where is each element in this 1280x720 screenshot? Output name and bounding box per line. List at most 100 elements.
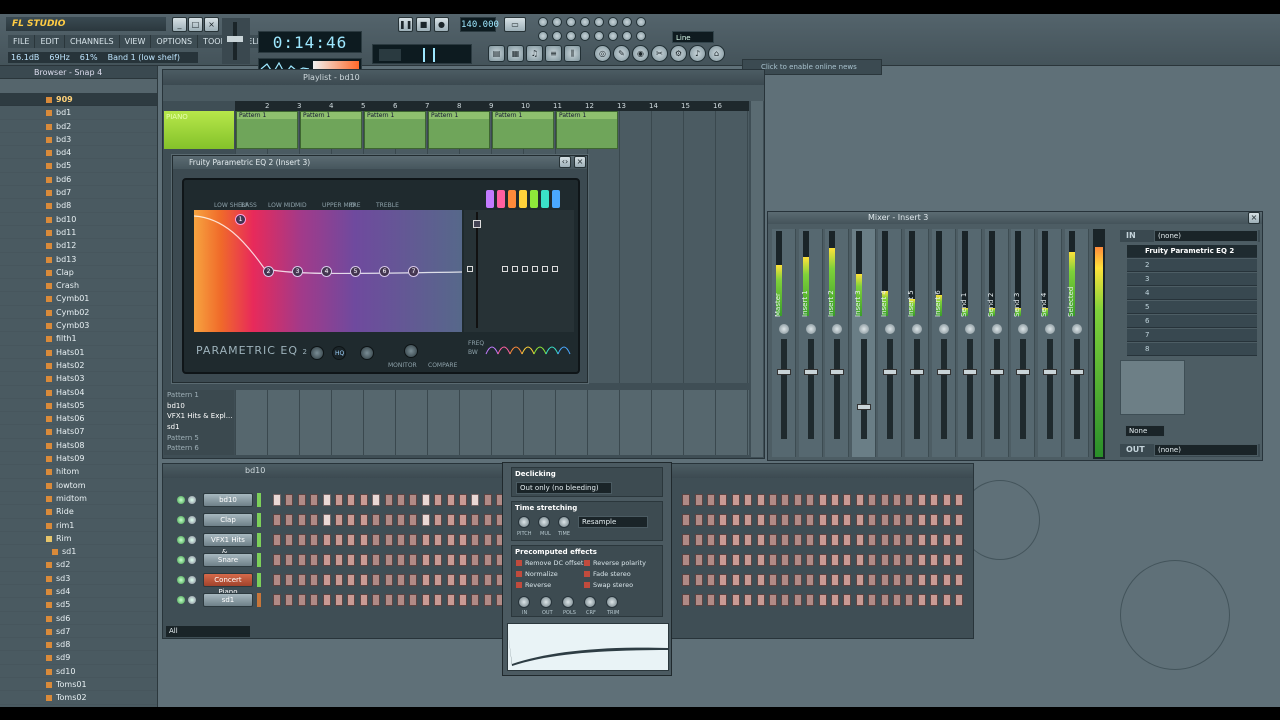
browser-item[interactable]: bd4: [0, 146, 157, 160]
step-button[interactable]: [893, 534, 901, 546]
step-button[interactable]: [855, 594, 864, 606]
step-button[interactable]: [719, 554, 728, 566]
step-button[interactable]: [372, 554, 381, 566]
step-button[interactable]: [372, 534, 381, 546]
step-button[interactable]: [359, 574, 368, 586]
channel-select-led[interactable]: [257, 573, 261, 587]
step-button[interactable]: [719, 594, 728, 606]
browser-item[interactable]: bd6: [0, 173, 157, 187]
step-button[interactable]: [955, 494, 963, 506]
step-button[interactable]: [446, 534, 455, 546]
browser-item[interactable]: sd10: [0, 665, 157, 679]
step-button[interactable]: [310, 514, 319, 526]
in-knob[interactable]: [518, 596, 530, 608]
option-led[interactable]: [594, 17, 604, 27]
step-button[interactable]: [818, 534, 827, 546]
browser-item[interactable]: 909: [0, 93, 157, 107]
step-button[interactable]: [880, 554, 889, 566]
step-button[interactable]: [930, 554, 939, 566]
browser-item[interactable]: Rim: [0, 532, 157, 546]
step-button[interactable]: [818, 574, 827, 586]
option-led[interactable]: [608, 31, 618, 41]
fade-stereo-checkbox[interactable]: Fade stereo: [584, 570, 631, 578]
step-button[interactable]: [880, 494, 889, 506]
step-button[interactable]: [694, 594, 703, 606]
pan-knob[interactable]: [991, 324, 1002, 334]
mixer-strip[interactable]: Insert 6: [931, 229, 956, 457]
crf-knob[interactable]: [584, 596, 596, 608]
step-button[interactable]: [793, 494, 802, 506]
step-button[interactable]: [769, 514, 777, 526]
reverse-polarity-checkbox[interactable]: Reverse polarity: [584, 559, 646, 567]
step-button[interactable]: [843, 494, 852, 506]
step-button[interactable]: [731, 574, 740, 586]
volume-fader[interactable]: [834, 339, 841, 439]
option-led[interactable]: [594, 31, 604, 41]
pan-knob[interactable]: [1018, 324, 1029, 334]
fader-cap[interactable]: [856, 404, 871, 410]
browser-item[interactable]: bd1: [0, 106, 157, 120]
step-button[interactable]: [806, 554, 815, 566]
step-button[interactable]: [409, 534, 418, 546]
step-button[interactable]: [744, 514, 753, 526]
step-button[interactable]: [285, 494, 294, 506]
volume-fader[interactable]: [781, 339, 787, 439]
step-button[interactable]: [942, 554, 951, 566]
volume-fader[interactable]: [993, 339, 1000, 439]
step-button[interactable]: [285, 514, 294, 526]
fader-handle[interactable]: [502, 266, 508, 272]
channel-solo[interactable]: [188, 496, 196, 504]
step-button[interactable]: [930, 514, 939, 526]
pan-knob[interactable]: [779, 324, 789, 334]
step-button[interactable]: [868, 574, 877, 586]
pan-knob[interactable]: [885, 324, 896, 334]
menu-file[interactable]: FILE: [8, 35, 36, 48]
pattern-clip[interactable]: Pattern 1: [492, 111, 554, 149]
band-curve-icons[interactable]: [484, 338, 574, 358]
step-button[interactable]: [793, 594, 802, 606]
eq-arrow-button[interactable]: ‹›: [559, 156, 571, 168]
eq-knob[interactable]: [310, 346, 324, 360]
mixer-strip[interactable]: Insert 3: [851, 229, 876, 457]
step-button[interactable]: [322, 594, 331, 606]
step-button[interactable]: [409, 514, 418, 526]
step-button[interactable]: [682, 574, 691, 586]
step-button[interactable]: [831, 594, 839, 606]
step-button[interactable]: [955, 574, 963, 586]
step-button[interactable]: [434, 594, 443, 606]
browser-item[interactable]: Hats06: [0, 412, 157, 426]
volume-fader[interactable]: [940, 339, 947, 439]
step-button[interactable]: [868, 534, 877, 546]
channel-led[interactable]: [177, 596, 185, 604]
volume-fader[interactable]: [1020, 339, 1027, 439]
step-button[interactable]: [335, 494, 343, 506]
fader-cap[interactable]: [1069, 369, 1084, 375]
channel-led[interactable]: [177, 556, 185, 564]
step-button[interactable]: [310, 574, 319, 586]
tool-icon[interactable]: ◎: [594, 45, 611, 62]
step-button[interactable]: [793, 554, 802, 566]
trim-knob[interactable]: [606, 596, 618, 608]
swap-stereo-checkbox[interactable]: Swap stereo: [584, 581, 633, 589]
step-button[interactable]: [322, 494, 331, 506]
pan-knob[interactable]: [938, 324, 949, 334]
channel-button[interactable]: VFX1 Hits &...: [203, 533, 253, 556]
step-button[interactable]: [942, 594, 951, 606]
mixer-out-select[interactable]: (none): [1154, 444, 1258, 456]
option-led[interactable]: [552, 17, 562, 27]
step-button[interactable]: [273, 574, 281, 586]
step-button[interactable]: [409, 594, 418, 606]
step-button[interactable]: [359, 594, 368, 606]
option-led[interactable]: [636, 31, 646, 41]
minimize-button[interactable]: _: [172, 17, 187, 32]
stereo-separation-pad[interactable]: [1120, 360, 1185, 415]
step-button[interactable]: [855, 574, 864, 586]
volume-fader[interactable]: [807, 339, 814, 439]
step-button[interactable]: [397, 554, 405, 566]
step-button[interactable]: [868, 514, 877, 526]
eq-close-button[interactable]: ×: [574, 156, 586, 168]
step-button[interactable]: [397, 514, 405, 526]
eq-node-5[interactable]: 5: [350, 266, 361, 277]
step-button[interactable]: [694, 514, 703, 526]
step-button[interactable]: [806, 594, 815, 606]
